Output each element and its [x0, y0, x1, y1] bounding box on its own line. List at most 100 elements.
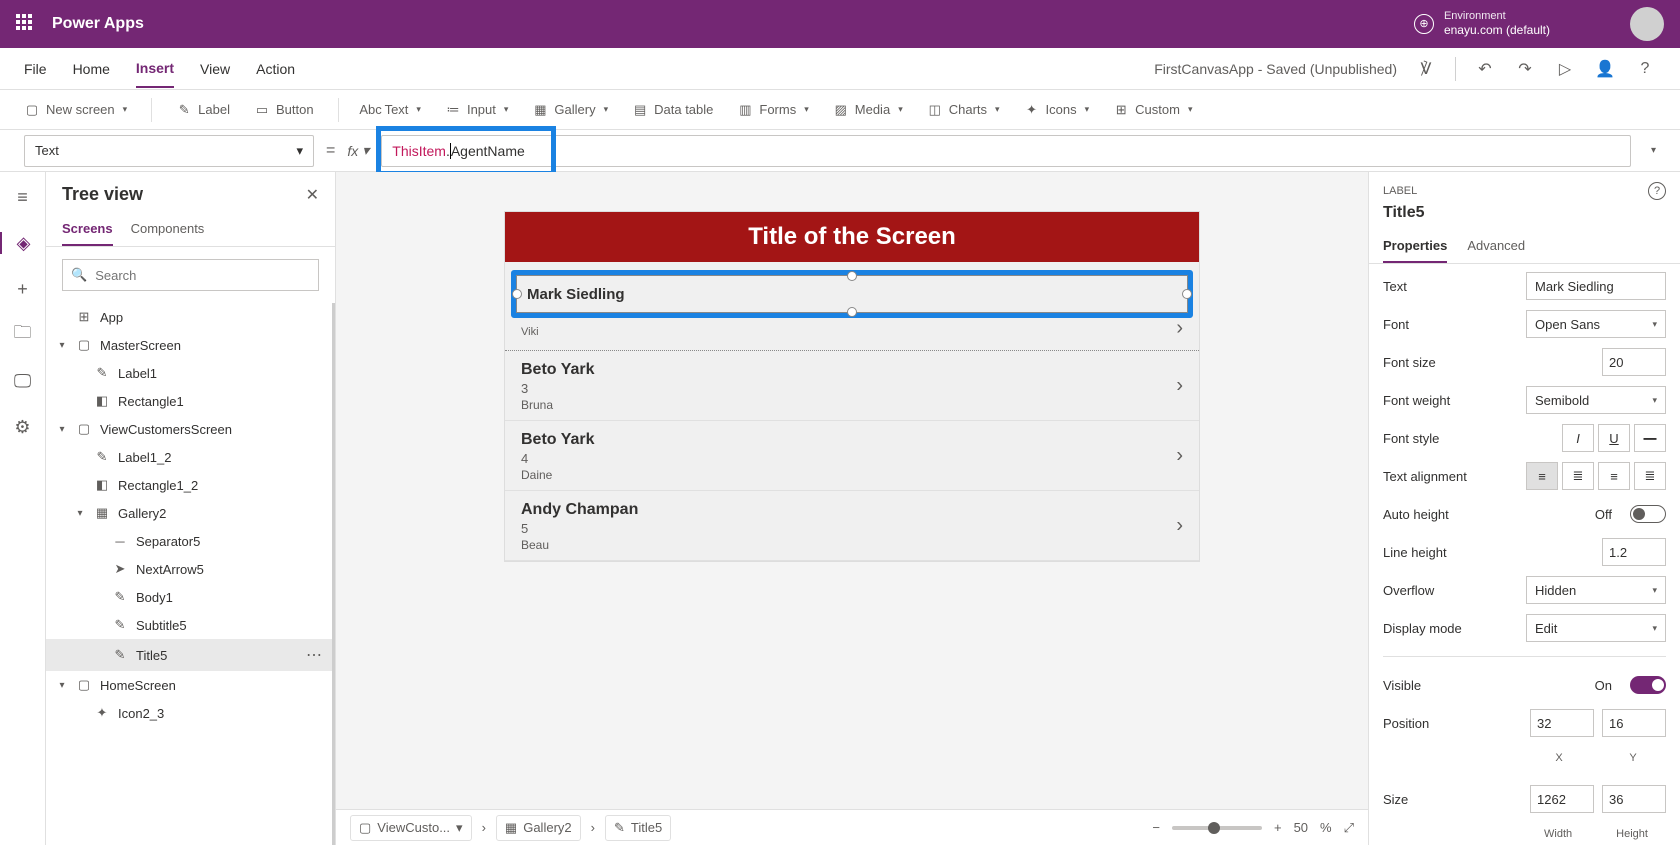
- fx-label[interactable]: fx▾: [347, 142, 369, 159]
- environment-picker[interactable]: ⊕ Environment enayu.com (default): [1414, 10, 1550, 38]
- gallery-row[interactable]: Beto Yark 3 Bruna ›: [505, 351, 1199, 421]
- tab-advanced[interactable]: Advanced: [1467, 230, 1525, 263]
- resize-handle-right[interactable]: [1182, 289, 1192, 299]
- formula-expand-icon[interactable]: ▾: [1651, 145, 1656, 156]
- prop-fontweight-select[interactable]: Semibold▾: [1526, 386, 1666, 414]
- tree-item-gallery2[interactable]: ▾▦Gallery2: [46, 499, 332, 527]
- ribbon-charts[interactable]: ◫Charts▾: [927, 102, 1000, 117]
- tab-components[interactable]: Components: [131, 213, 205, 246]
- menu-action[interactable]: Action: [256, 51, 295, 87]
- ribbon-button[interactable]: ▭Button: [254, 102, 314, 117]
- prop-lineheight-input[interactable]: 1.2: [1602, 538, 1666, 566]
- tree-search[interactable]: 🔍: [62, 259, 319, 291]
- ribbon-label[interactable]: ✎Label: [176, 102, 230, 117]
- canvas-stage[interactable]: Title of the Screen Mark Siedling: [336, 172, 1368, 809]
- ribbon-forms[interactable]: ▥Forms▾: [737, 102, 808, 117]
- tree-item-separator5[interactable]: ─Separator5: [46, 527, 332, 555]
- tree-item-label1-2[interactable]: ✎Label1_2: [46, 443, 332, 471]
- undo-icon[interactable]: ↶: [1474, 58, 1496, 80]
- rail-tools-icon[interactable]: ⚙: [12, 416, 34, 438]
- tree-item-icon2-3[interactable]: ✦Icon2_3: [46, 699, 332, 727]
- prop-fontsize-input[interactable]: 20: [1602, 348, 1666, 376]
- redo-icon[interactable]: ↷: [1514, 58, 1536, 80]
- chevron-down-icon[interactable]: ▾: [56, 680, 68, 691]
- prop-font-select[interactable]: Open Sans▾: [1526, 310, 1666, 338]
- fit-screen-icon[interactable]: ⤢: [1344, 820, 1354, 836]
- ribbon-input[interactable]: ≔Input▾: [445, 102, 508, 117]
- ribbon-custom[interactable]: ⊞Custom▾: [1113, 102, 1192, 117]
- prop-size-width[interactable]: 1262: [1530, 785, 1594, 813]
- chevron-down-icon[interactable]: ▾: [74, 508, 86, 519]
- prop-overflow-select[interactable]: Hidden▾: [1526, 576, 1666, 604]
- tree-item-rectangle1-2[interactable]: ◧Rectangle1_2: [46, 471, 332, 499]
- tree-item-homescreen[interactable]: ▾▢HomeScreen: [46, 671, 332, 699]
- ribbon-media[interactable]: ▨Media▾: [833, 102, 903, 117]
- tree-search-input[interactable]: [95, 268, 310, 283]
- breadcrumb-control[interactable]: ✎Title5: [605, 815, 671, 841]
- gallery-row[interactable]: Beto Yark 4 Daine ›: [505, 421, 1199, 491]
- rail-media-icon[interactable]: 🖵: [12, 370, 34, 392]
- prop-size-height[interactable]: 36: [1602, 785, 1666, 813]
- prop-text-input[interactable]: Mark Siedling: [1526, 272, 1666, 300]
- ribbon-icons[interactable]: ✦Icons▾: [1024, 102, 1090, 117]
- align-center-button[interactable]: ≣: [1562, 462, 1594, 490]
- rail-insert-icon[interactable]: +: [12, 278, 34, 300]
- tree-item-masterscreen[interactable]: ▾▢MasterScreen: [46, 331, 332, 359]
- chevron-down-icon[interactable]: ▾: [56, 340, 68, 351]
- tab-properties[interactable]: Properties: [1383, 230, 1447, 263]
- tree-item-label1[interactable]: ✎Label1: [46, 359, 332, 387]
- chevron-right-icon[interactable]: ›: [1176, 317, 1183, 340]
- autoheight-toggle[interactable]: [1630, 505, 1666, 523]
- rail-tree-icon[interactable]: ◈: [0, 232, 45, 254]
- resize-handle-bottom[interactable]: [847, 307, 857, 317]
- align-left-button[interactable]: ≡: [1526, 462, 1558, 490]
- menu-view[interactable]: View: [200, 51, 230, 87]
- chevron-down-icon[interactable]: ▾: [56, 424, 68, 435]
- underline-button[interactable]: U: [1598, 424, 1630, 452]
- tree-item-app[interactable]: ⊞App: [46, 303, 332, 331]
- user-avatar[interactable]: [1630, 7, 1664, 41]
- ribbon-text[interactable]: AbcText▾: [363, 102, 421, 117]
- resize-handle-left[interactable]: [512, 289, 522, 299]
- tree-item-viewcustomersscreen[interactable]: ▾▢ViewCustomersScreen: [46, 415, 332, 443]
- align-justify-button[interactable]: ≣: [1634, 462, 1666, 490]
- ribbon-gallery[interactable]: ▦Gallery▾: [532, 102, 608, 117]
- rail-data-icon[interactable]: 🗀: [12, 324, 34, 346]
- zoom-slider-thumb[interactable]: [1208, 822, 1220, 834]
- menu-file[interactable]: File: [24, 51, 47, 87]
- property-selector[interactable]: Text ▾: [24, 135, 314, 167]
- tree-item-body1[interactable]: ✎Body1: [46, 583, 332, 611]
- breadcrumb-gallery[interactable]: ▦Gallery2: [496, 815, 581, 841]
- zoom-out-icon[interactable]: −: [1152, 820, 1160, 835]
- formula-input[interactable]: ThisItem.AgentName: [381, 135, 1631, 167]
- rail-menu-icon[interactable]: ≡: [12, 186, 34, 208]
- chevron-right-icon[interactable]: ›: [1176, 514, 1183, 537]
- tree-item-title5[interactable]: ✎Title5⋯: [46, 639, 332, 671]
- strikethrough-button[interactable]: —: [1634, 424, 1666, 452]
- tree-item-subtitle5[interactable]: ✎Subtitle5: [46, 611, 332, 639]
- ribbon-datatable[interactable]: ▤Data table: [632, 102, 713, 117]
- chevron-right-icon[interactable]: ›: [1176, 374, 1183, 397]
- align-right-button[interactable]: ≡: [1598, 462, 1630, 490]
- help-icon[interactable]: ?: [1648, 182, 1666, 200]
- zoom-in-icon[interactable]: +: [1274, 820, 1282, 835]
- waffle-icon[interactable]: [16, 14, 36, 34]
- prop-displaymode-select[interactable]: Edit▾: [1526, 614, 1666, 642]
- app-checker-icon[interactable]: ℣: [1415, 58, 1437, 80]
- close-icon[interactable]: ✕: [306, 185, 319, 205]
- menu-insert[interactable]: Insert: [136, 50, 174, 88]
- more-icon[interactable]: ⋯: [306, 645, 322, 665]
- menu-home[interactable]: Home: [73, 51, 110, 87]
- prop-position-x[interactable]: 32: [1530, 709, 1594, 737]
- tree-item-nextarrow5[interactable]: ➤NextArrow5: [46, 555, 332, 583]
- zoom-slider[interactable]: [1172, 826, 1262, 830]
- ribbon-new-screen[interactable]: ▢New screen▾: [24, 102, 127, 117]
- gallery-row[interactable]: Andy Champan 5 Beau ›: [505, 491, 1199, 561]
- resize-handle-top[interactable]: [847, 271, 857, 281]
- prop-position-y[interactable]: 16: [1602, 709, 1666, 737]
- tab-screens[interactable]: Screens: [62, 213, 113, 246]
- play-icon[interactable]: ▷: [1554, 58, 1576, 80]
- selected-control-title5[interactable]: Mark Siedling: [511, 270, 1193, 318]
- tree-item-rectangle1[interactable]: ◧Rectangle1: [46, 387, 332, 415]
- share-icon[interactable]: 👤: [1594, 58, 1616, 80]
